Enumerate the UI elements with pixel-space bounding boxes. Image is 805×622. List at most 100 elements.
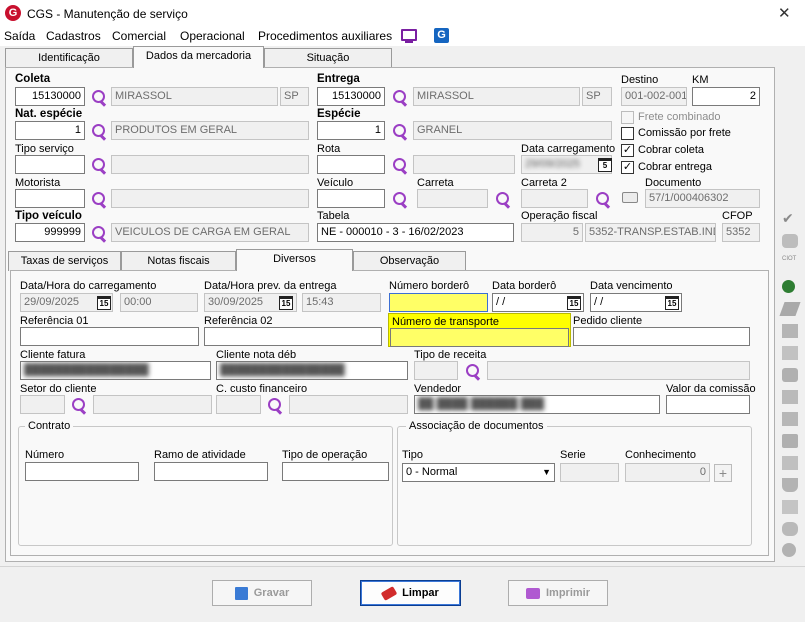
list-icon[interactable]: [782, 456, 798, 470]
nat-especie-search-icon[interactable]: [91, 123, 107, 139]
entrega-search-icon[interactable]: [392, 89, 408, 105]
serie-field: [560, 463, 619, 482]
comissao-frete-checkbox[interactable]: [621, 127, 634, 140]
tipo-veiculo-code-input[interactable]: 999999: [15, 223, 85, 242]
veiculo-input[interactable]: [317, 189, 385, 208]
numero-transporte-label: Número de transporte: [392, 316, 499, 328]
forward-doc-icon[interactable]: [782, 324, 798, 338]
frete-combinado-checkbox[interactable]: [621, 111, 634, 124]
entrega-city-field: MIRASSOL: [413, 87, 580, 106]
nat-especie-label: Nat. espécie: [15, 108, 83, 120]
km-input[interactable]: 2: [692, 87, 760, 106]
tipo-servico-input[interactable]: [15, 155, 85, 174]
cliente-fatura-input[interactable]: ████████████████: [20, 361, 211, 380]
associacao-title: Associação de documentos: [406, 420, 547, 432]
app-g-icon[interactable]: G: [434, 28, 449, 43]
clip-icon[interactable]: [782, 522, 798, 536]
valor-comissao-input[interactable]: [666, 395, 750, 414]
referencia01-input[interactable]: [20, 327, 199, 346]
footer-separator: [0, 566, 805, 567]
tipo-select[interactable]: 0 - Normal ▼: [402, 463, 555, 482]
especie-desc-field: GRANEL: [413, 121, 612, 140]
contrato-numero-input[interactable]: [25, 462, 139, 481]
coleta-search-icon[interactable]: [91, 89, 107, 105]
nat-especie-code-input[interactable]: 1: [15, 121, 85, 140]
boat-icon[interactable]: [782, 478, 798, 492]
tab-observacao[interactable]: Observação: [353, 251, 466, 271]
valor-comissao-label: Valor da comissão: [666, 383, 756, 395]
cliente-nota-deb-input[interactable]: ████████████████: [216, 361, 408, 380]
carreta-search-icon[interactable]: [495, 191, 511, 207]
operacao-fiscal-code-field: 5: [521, 223, 583, 242]
check-icon[interactable]: ✔: [782, 211, 798, 225]
rota-input[interactable]: [317, 155, 385, 174]
setor-cliente-search-icon[interactable]: [71, 397, 87, 413]
cobrar-entrega-checkbox[interactable]: ✓: [621, 161, 634, 174]
especie-code-input[interactable]: 1: [317, 121, 385, 140]
frete-combinado-label: Frete combinado: [638, 111, 721, 123]
tag-icon[interactable]: [779, 302, 801, 316]
tipo-operacao-input[interactable]: [282, 462, 389, 481]
tab-diversos[interactable]: Diversos: [236, 249, 353, 271]
pedido-cliente-label: Pedido cliente: [573, 315, 643, 327]
imprimir-button[interactable]: Imprimir: [508, 580, 608, 606]
tab-notas-fiscais[interactable]: Notas fiscais: [121, 251, 236, 271]
entrega-code-input[interactable]: 15130000: [317, 87, 385, 106]
tipo-servico-search-icon[interactable]: [91, 157, 107, 173]
data-carregamento-date-calendar-icon[interactable]: 15: [97, 296, 111, 310]
referencia02-input[interactable]: [204, 327, 382, 346]
ramo-atividade-input[interactable]: [154, 462, 268, 481]
tab-taxas-servicos[interactable]: Taxas de serviços: [8, 251, 121, 271]
forward-icon[interactable]: [782, 390, 798, 404]
numero-transporte-input[interactable]: [390, 328, 569, 347]
data-vencimento-calendar-icon[interactable]: 15: [665, 296, 679, 310]
menu-operacional[interactable]: Operacional: [180, 29, 245, 43]
truck-icon[interactable]: [622, 192, 638, 203]
cargo-icon[interactable]: [782, 434, 798, 448]
prev-entrega-calendar-icon[interactable]: 15: [279, 296, 293, 310]
data-bordero-calendar-icon[interactable]: 15: [567, 296, 581, 310]
tab-situacao[interactable]: Situação: [264, 48, 392, 68]
vendedor-input[interactable]: ██ ████ ██████ ███: [414, 395, 660, 414]
truck-side-icon[interactable]: [782, 412, 798, 426]
ramo-atividade-label: Ramo de atividade: [154, 449, 246, 461]
cobrar-coleta-label: Cobrar coleta: [638, 144, 705, 156]
monitor-icon[interactable]: [401, 29, 417, 41]
add-conhecimento-icon[interactable]: +: [714, 464, 732, 482]
limpar-button[interactable]: Limpar: [360, 580, 461, 606]
motorista-search-icon[interactable]: [91, 191, 107, 207]
data-carregamento-calendar-icon[interactable]: 5: [598, 158, 612, 172]
carreta2-search-icon[interactable]: [595, 191, 611, 207]
motorista-input[interactable]: [15, 189, 85, 208]
gear-icon[interactable]: [782, 543, 796, 557]
menu-procedimentos[interactable]: Procedimentos auxiliares: [258, 29, 392, 43]
tab-identificacao[interactable]: Identificação: [5, 48, 133, 68]
page-icon[interactable]: [782, 500, 798, 514]
gravar-button[interactable]: Gravar: [212, 580, 312, 606]
tipo-receita-search-icon[interactable]: [465, 363, 481, 379]
veiculo-search-icon[interactable]: [392, 191, 408, 207]
numero-bordero-input[interactable]: [389, 293, 488, 312]
tipo-veiculo-desc-field: VEICULOS DE CARGA EM GERAL: [111, 223, 309, 242]
especie-search-icon[interactable]: [392, 123, 408, 139]
cobrar-coleta-checkbox[interactable]: ✓: [621, 144, 634, 157]
nat-especie-desc-field: PRODUTOS EM GERAL: [111, 121, 309, 140]
ciot-icon[interactable]: CIOT: [782, 256, 798, 270]
coleta-code-input[interactable]: 15130000: [15, 87, 85, 106]
tabela-field[interactable]: NE - 000010 - 3 - 16/02/2023: [317, 223, 514, 242]
handshake-icon[interactable]: [782, 368, 798, 382]
documents-icon[interactable]: [782, 346, 798, 360]
pedido-cliente-input[interactable]: [573, 327, 750, 346]
menu-cadastros[interactable]: Cadastros: [46, 29, 101, 43]
close-icon[interactable]: ✕: [778, 4, 791, 22]
menu-comercial[interactable]: Comercial: [112, 29, 166, 43]
rota-label: Rota: [317, 143, 341, 155]
menu-saida[interactable]: Saída: [4, 29, 35, 43]
custo-financeiro-search-icon[interactable]: [267, 397, 283, 413]
person-icon[interactable]: [782, 234, 798, 248]
rota-search-icon[interactable]: [392, 157, 408, 173]
tab-dados-mercadoria[interactable]: Dados da mercadoria: [133, 46, 264, 68]
tipo-veiculo-search-icon[interactable]: [91, 225, 107, 241]
tipo-receita-desc-field: [487, 361, 750, 380]
globe-icon[interactable]: [782, 280, 795, 293]
